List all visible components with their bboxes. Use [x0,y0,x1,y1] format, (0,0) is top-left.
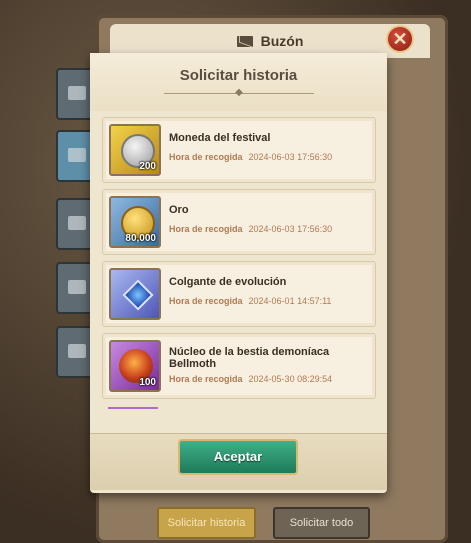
item-name: Moneda del festival [169,132,271,144]
tab-icon [68,344,86,358]
tab-icon [68,86,86,100]
core-icon: 100 [109,340,161,392]
item-time: Hora de recogida 2024-06-03 17:56:30 [169,152,333,162]
tab-icon [68,216,86,230]
item-name: Núcleo de la bestia demoníaca Bellmoth [169,346,330,370]
item-time: Hora de recogida 2024-06-03 17:56:30 [169,224,333,234]
mailbox-title: Buzón [260,33,304,49]
history-button[interactable]: Solicitar historia [157,507,256,539]
item-name: Colgante de evolución [169,276,287,288]
item-name: Oro [169,204,189,216]
close-button[interactable]: ✕ [386,25,414,53]
dialog-title: Solicitar historia [179,67,298,84]
history-list[interactable]: 200 Moneda del festival Hora de recogida… [102,117,376,409]
item-quantity: 200 [139,161,156,172]
envelope-icon [236,35,253,47]
history-dialog: Solicitar historia ◆ 200 Moneda del fest… [90,53,387,493]
gem-icon [122,279,154,311]
list-item: Colgante de evolución Hora de recogida 20… [102,261,376,327]
tab-icon [68,280,86,294]
item-quantity: 80,000 [125,233,156,244]
claim-all-button[interactable]: Solicitar todo [273,507,370,539]
item-time: Hora de recogida 2024-06-01 14:57:11 [169,296,332,306]
gold-icon: 80,000 [109,196,161,248]
accept-button[interactable]: Aceptar [178,439,298,475]
list-item: 200 Moneda del festival Hora de recogida… [102,117,376,183]
item-quantity: 100 [139,377,156,388]
ornament-icon: ◆ [235,87,243,98]
festival-coin-icon: 200 [109,124,161,176]
item-time: Hora de recogida 2024-05-30 08:29:54 [169,374,333,384]
next-item-peek [108,407,158,409]
mail-tab-icon [68,148,86,162]
list-item: 100 Núcleo de la bestia demoníaca Bellmo… [102,333,376,399]
list-item: 80,000 Oro Hora de recogida 2024-06-03 17… [102,189,376,255]
pendant-icon [109,268,161,320]
